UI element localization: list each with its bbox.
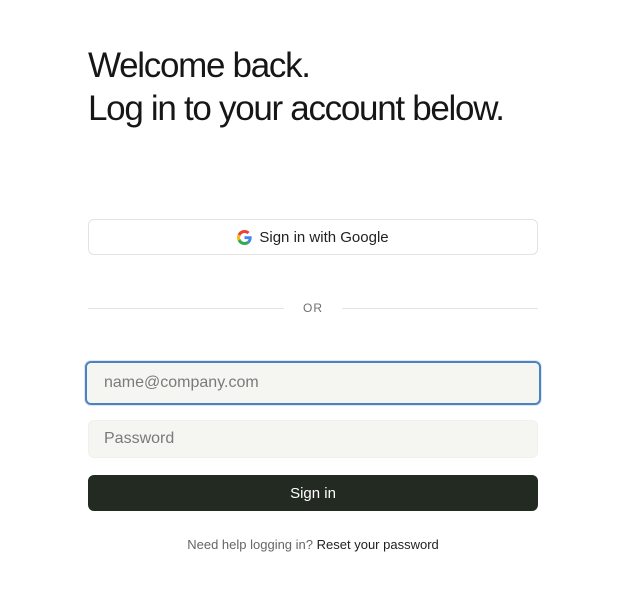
- sign-in-with-google-button[interactable]: Sign in with Google: [88, 219, 538, 255]
- page-title: Welcome back. Log in to your account bel…: [88, 44, 568, 130]
- or-divider: OR: [88, 298, 538, 318]
- google-icon: [237, 229, 253, 245]
- sign-in-button[interactable]: Sign in: [88, 475, 538, 511]
- title-line-2: Log in to your account below.: [88, 89, 505, 128]
- title-line-1: Welcome back.: [88, 46, 311, 85]
- email-input[interactable]: [85, 361, 541, 405]
- password-input[interactable]: [88, 420, 538, 458]
- google-button-label: Sign in with Google: [259, 228, 389, 246]
- login-page: Welcome back. Log in to your account bel…: [0, 0, 637, 594]
- divider-line-right: [342, 308, 538, 309]
- reset-password-link[interactable]: Reset your password: [317, 537, 439, 552]
- help-text: Need help logging in? Reset your passwor…: [88, 537, 538, 552]
- help-prompt: Need help logging in?: [187, 537, 314, 552]
